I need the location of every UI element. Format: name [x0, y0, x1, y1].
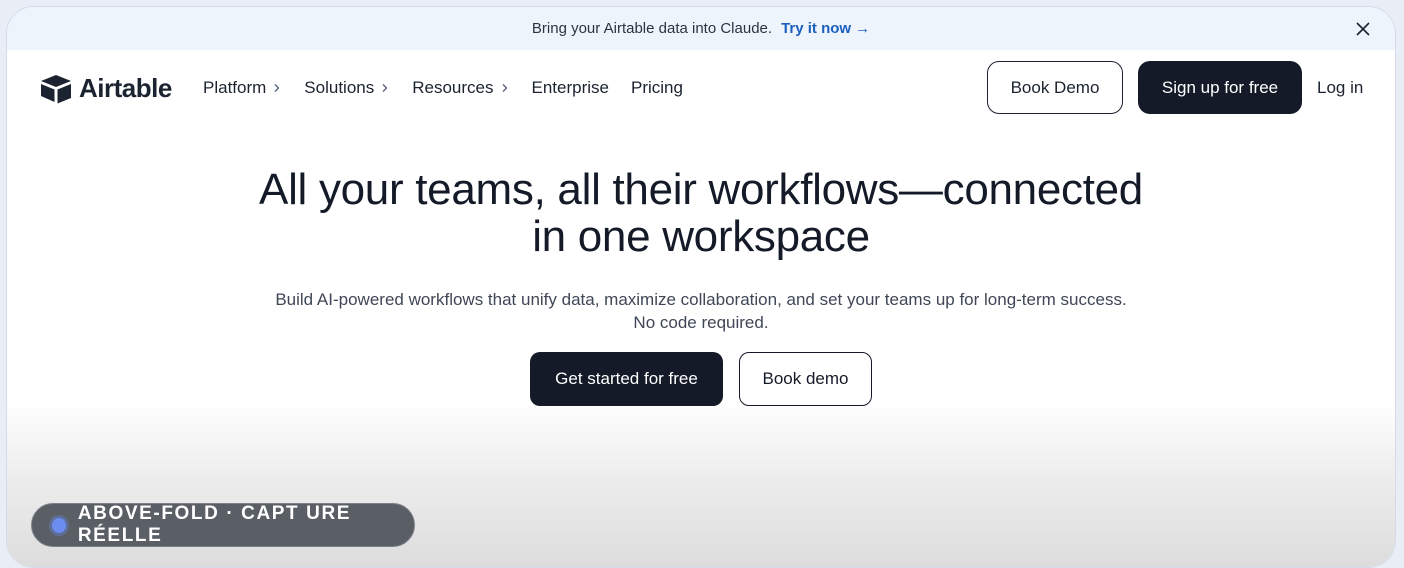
nav-item-label: Platform	[203, 78, 267, 97]
nav-item-label: Enterprise	[531, 78, 609, 97]
nav-item-resources[interactable]: Resources	[412, 78, 509, 98]
logo-text: Airtable	[79, 73, 172, 103]
airtable-logo-link[interactable]: Airtable	[39, 73, 172, 104]
arrow-right-icon: →	[855, 20, 871, 37]
nav-menu: Platform Solutions Resources Enterprise …	[203, 50, 683, 126]
browser-frame: Bring your Airtable data into Claude. Tr…	[6, 6, 1396, 568]
close-announcement-button[interactable]	[1353, 19, 1373, 39]
hero-cta-row: Get started for free Book demo	[7, 352, 1395, 406]
log-in-link[interactable]: Log in	[1317, 50, 1363, 126]
capture-badge-label: ABOVE-FOLD · CAPT URE RÉELLE	[77, 503, 352, 546]
capture-badge: ABOVE-FOLD · CAPT URE RÉELLE	[31, 503, 415, 547]
hero-subtitle-line-1: Build AI-powered workflows that unify da…	[275, 290, 1127, 309]
try-it-now-link[interactable]: Try it now →	[781, 20, 870, 37]
hero-subtitle: Build AI-powered workflows that unify da…	[7, 288, 1395, 334]
chevron-right-icon	[274, 84, 280, 92]
nav-item-pricing[interactable]: Pricing	[631, 78, 683, 98]
nav-item-enterprise[interactable]: Enterprise	[532, 78, 609, 98]
status-dot-icon	[52, 517, 66, 533]
try-it-now-label: Try it now	[781, 20, 852, 37]
get-started-button[interactable]: Get started for free	[530, 352, 723, 406]
nav-item-label: Pricing	[630, 78, 683, 97]
book-demo-hero-button[interactable]: Book demo	[739, 352, 872, 406]
hero-title-line-1: All your teams, all their workflows—conn…	[259, 165, 1143, 214]
nav-item-label: Resources	[412, 78, 494, 97]
hero-title: All your teams, all their workflows—conn…	[7, 166, 1395, 260]
hero-title-line-2: in one workspace	[532, 212, 870, 261]
airtable-logo-icon	[41, 74, 71, 103]
close-icon	[1356, 22, 1370, 36]
announcement-text: Bring your Airtable data into Claude.	[531, 20, 773, 37]
chevron-right-icon	[502, 84, 507, 92]
announcement-bar: Bring your Airtable data into Claude. Tr…	[7, 7, 1395, 50]
book-demo-button[interactable]: Book Demo	[987, 61, 1123, 114]
hero-section: All your teams, all their workflows—conn…	[7, 126, 1395, 567]
main-navigation: Airtable Platform Solutions Resources En…	[7, 50, 1395, 126]
chevron-right-icon	[382, 84, 388, 92]
sign-up-button[interactable]: Sign up for free	[1138, 61, 1302, 114]
nav-item-platform[interactable]: Platform	[203, 78, 282, 98]
hero-subtitle-line-2: No code required.	[633, 313, 769, 332]
nav-item-label: Solutions	[304, 78, 375, 97]
nav-item-solutions[interactable]: Solutions	[304, 78, 390, 98]
